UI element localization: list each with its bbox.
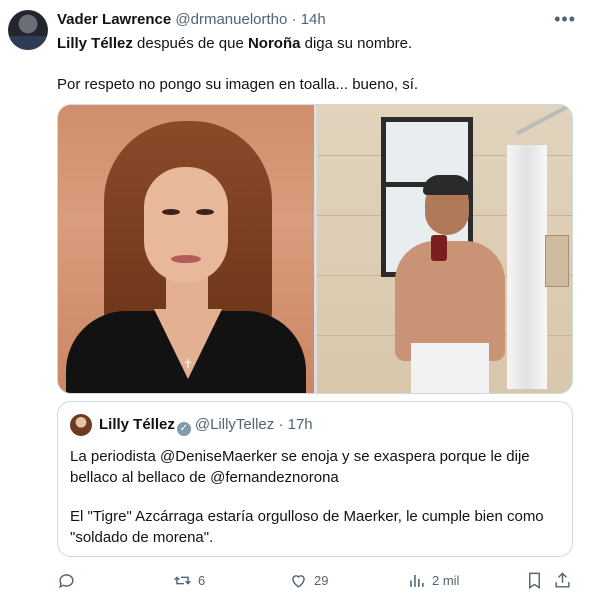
retweet-count: 6 [198, 572, 206, 588]
text-segment: diga su nombre. [300, 35, 413, 52]
views-icon [410, 575, 424, 587]
text-segment: después de que [132, 35, 248, 52]
photo-man-towel[interactable] [317, 105, 572, 393]
media-grid: ✝ [57, 104, 573, 394]
quoted-tweet[interactable]: Lilly Téllez ✓ @LillyTellez · 17h La perio… [57, 401, 573, 557]
share-button[interactable] [553, 568, 572, 592]
photo-woman[interactable]: ✝ [58, 105, 314, 393]
quote-author-name: Lilly Téllez [99, 416, 175, 433]
quote-text-line4: "soldado de morena". [70, 529, 214, 546]
author-name[interactable]: Vader Lawrence [57, 11, 171, 28]
quote-time: 17h [287, 416, 313, 433]
retweet-icon [174, 576, 191, 585]
like-button[interactable]: 29 [289, 568, 328, 592]
verified-badge-icon: ✓ [176, 422, 191, 436]
quote-header: Lilly Téllez ✓ @LillyTellez · 17h [99, 416, 313, 436]
mention-norona: Noroña [247, 35, 301, 52]
quote-author-avatar [70, 414, 92, 436]
views-count: 2 mil [432, 572, 460, 588]
tweet-text-line2: Por respeto no pongo su imagen en toalla… [57, 76, 419, 93]
action-bar: 6 29 2 mil [57, 568, 573, 592]
bookmark-button[interactable] [525, 568, 544, 592]
views-button[interactable]: 2 mil [407, 568, 459, 592]
bookmark-icon [529, 572, 540, 590]
more-icon[interactable]: ••• [554, 9, 576, 30]
share-icon [555, 572, 570, 588]
quote-author-handle: @LillyTellez [194, 416, 275, 433]
quote-text-line2: bellaco al bellaco de @fernandeznorona [70, 469, 339, 486]
heart-icon [292, 575, 305, 588]
tweet-header: Vader Lawrence @drmanuelortho · 14h [57, 11, 326, 29]
separator-dot: · [291, 11, 297, 28]
tweet-time[interactable]: 14h [301, 11, 326, 28]
like-count: 29 [314, 572, 329, 588]
author-avatar[interactable] [8, 10, 48, 50]
quote-text-line3: El "Tigre" Azcárraga estaría orgulloso d… [70, 508, 544, 525]
reply-icon [59, 574, 74, 589]
author-handle[interactable]: @drmanuelortho [175, 11, 287, 28]
separator-dot: · [278, 416, 284, 433]
mention-lilly: Lilly Téllez [57, 35, 133, 52]
retweet-button[interactable]: 6 [173, 568, 205, 592]
reply-button[interactable] [57, 568, 76, 592]
tweet-text-line1: Lilly Téllez después de que Noroña diga … [57, 34, 412, 54]
quote-text-line1: La periodista @DeniseMaerker se enoja y … [70, 448, 530, 465]
